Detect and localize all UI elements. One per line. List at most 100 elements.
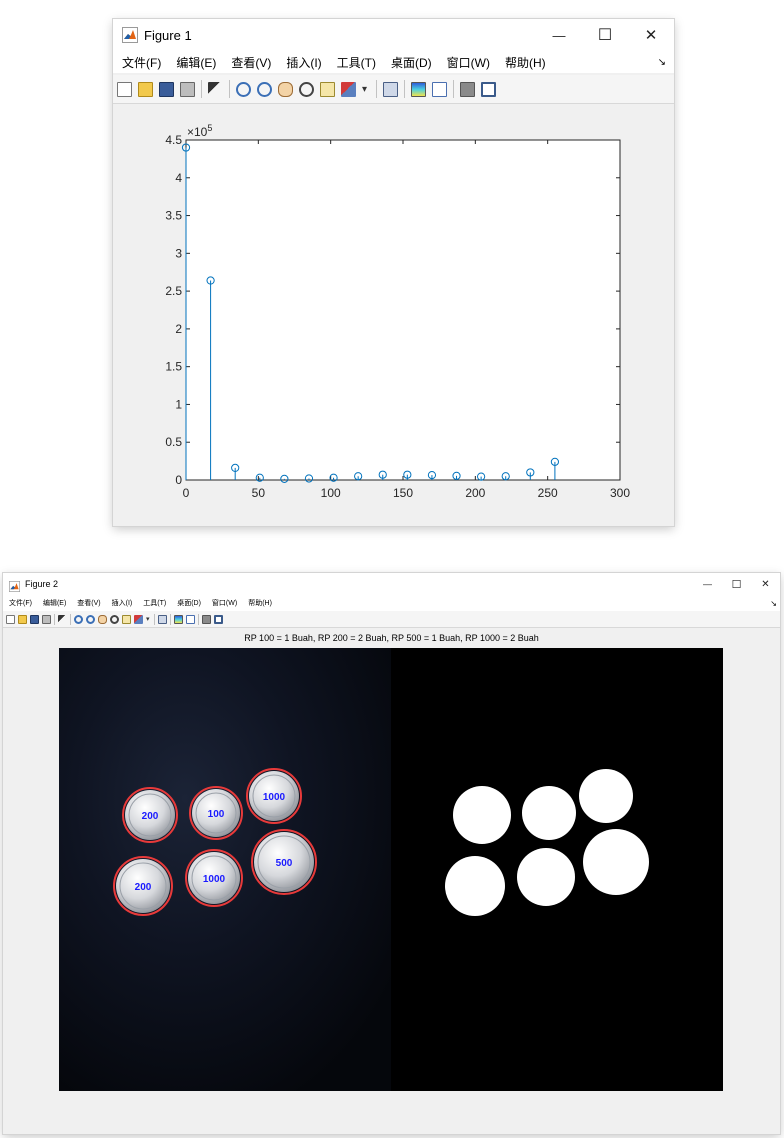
menu-desktop[interactable]: 桌面(D) — [177, 598, 201, 608]
toolbar-separator — [404, 80, 405, 98]
maximize-button[interactable]: ☐ — [582, 19, 628, 51]
menu-overflow-icon[interactable]: ↘ — [770, 599, 777, 608]
y-tick-label: 0.5 — [165, 435, 182, 449]
binary-mask-blob — [583, 829, 649, 895]
new-figure-icon[interactable] — [6, 614, 15, 624]
x-tick-label: 50 — [252, 486, 266, 500]
save-icon[interactable] — [159, 81, 174, 97]
hide-plot-tools-icon[interactable] — [202, 614, 211, 624]
y-tick-label: 2 — [175, 322, 182, 336]
coin-value-label: 100 — [208, 809, 225, 820]
menu-help[interactable]: 帮助(H) — [248, 598, 272, 608]
coin-detection-image: 200 100 1000 200 1000 500 — [59, 648, 723, 1091]
menu-desktop[interactable]: 桌面(D) — [391, 54, 432, 71]
menu-file[interactable]: 文件(F) — [122, 54, 161, 71]
toolbar-separator — [198, 613, 199, 625]
toolbar-separator — [453, 80, 454, 98]
y-tick-label: 4 — [175, 171, 182, 185]
legend-icon[interactable] — [432, 81, 447, 97]
hide-plot-tools-icon[interactable] — [460, 81, 475, 97]
link-plot-icon[interactable] — [383, 81, 398, 97]
link-plot-icon[interactable] — [158, 614, 167, 624]
y-tick-label: 2.5 — [165, 284, 182, 298]
coin-value-label: 1000 — [263, 792, 286, 803]
binary-mask-blob — [517, 848, 575, 906]
minimize-button[interactable]: — — [536, 19, 582, 51]
open-file-icon[interactable] — [18, 614, 27, 624]
select-arrow-icon[interactable] — [208, 81, 223, 97]
close-button[interactable]: ✕ — [628, 19, 674, 51]
toolbar-separator — [54, 613, 55, 625]
maximize-button[interactable]: ☐ — [722, 573, 751, 595]
menu-bar: 文件(F) 编辑(E) 查看(V) 插入(I) 工具(T) 桌面(D) 窗口(W… — [3, 595, 780, 611]
toolbar-separator — [229, 80, 230, 98]
menu-tools[interactable]: 工具(T) — [337, 54, 376, 71]
minimize-button[interactable]: — — [693, 573, 722, 595]
colorbar-icon[interactable] — [174, 614, 183, 624]
x-tick-label: 150 — [393, 486, 413, 500]
figure-1-window: Figure 1 — ☐ ✕ 文件(F) 编辑(E) 查看(V) 插入(I) 工… — [113, 19, 674, 526]
pan-hand-icon[interactable] — [278, 81, 293, 97]
open-file-icon[interactable] — [138, 81, 153, 97]
binary-mask-blob — [522, 786, 576, 840]
menu-insert[interactable]: 插入(I) — [112, 598, 133, 608]
title-bar[interactable]: Figure 2 — ☐ ✕ — [3, 573, 780, 595]
y-tick-label: 3.5 — [165, 209, 182, 223]
rotate-3d-icon[interactable] — [110, 614, 119, 624]
image-title: RP 100 = 1 Buah, RP 200 = 2 Buah, RP 500… — [244, 633, 539, 643]
menu-view[interactable]: 查看(V) — [231, 54, 271, 71]
rotate-3d-icon[interactable] — [299, 81, 314, 97]
menu-window[interactable]: 窗口(W) — [447, 54, 490, 71]
menu-help[interactable]: 帮助(H) — [505, 54, 546, 71]
menu-tools[interactable]: 工具(T) — [143, 598, 166, 608]
data-cursor-icon[interactable] — [320, 81, 335, 97]
window-title: Figure 2 — [25, 579, 59, 589]
print-icon[interactable] — [42, 614, 51, 624]
zoom-in-icon[interactable] — [236, 81, 251, 97]
show-plot-tools-icon[interactable] — [214, 614, 223, 624]
brush-icon[interactable] — [341, 81, 356, 97]
menu-insert[interactable]: 插入(I) — [286, 54, 321, 71]
close-button[interactable]: ✕ — [751, 573, 780, 595]
y-exponent-label: ×105 — [187, 123, 212, 139]
title-bar[interactable]: Figure 1 — ☐ ✕ — [113, 19, 674, 51]
y-tick-label: 3 — [175, 246, 182, 260]
coin-value-label: 200 — [135, 882, 152, 893]
x-tick-label: 200 — [465, 486, 485, 500]
colorbar-icon[interactable] — [411, 81, 426, 97]
menu-window[interactable]: 窗口(W) — [212, 598, 237, 608]
toolbar-separator — [376, 80, 377, 98]
x-tick-label: 300 — [610, 486, 630, 500]
menu-edit[interactable]: 编辑(E) — [176, 54, 216, 71]
window-title: Figure 1 — [144, 27, 192, 43]
zoom-in-icon[interactable] — [74, 614, 83, 624]
coin-value-label: 1000 — [203, 874, 226, 885]
new-figure-icon[interactable] — [117, 81, 132, 97]
binary-mask-blob — [453, 786, 511, 844]
menu-view[interactable]: 查看(V) — [77, 598, 100, 608]
toolbar-separator — [170, 613, 171, 625]
pan-hand-icon[interactable] — [98, 614, 107, 624]
show-plot-tools-icon[interactable] — [481, 81, 496, 97]
menu-edit[interactable]: 编辑(E) — [43, 598, 66, 608]
plot-area[interactable] — [185, 139, 621, 481]
save-icon[interactable] — [30, 614, 39, 624]
stem-plot: 0 50 100 150 200 250 300 0 0.5 1 1.5 2 2.5 3 3.5 4 4.5 ×1… — [165, 123, 630, 500]
zoom-out-icon[interactable] — [257, 81, 272, 97]
x-tick-label: 100 — [321, 486, 341, 500]
data-cursor-icon[interactable] — [122, 614, 131, 624]
legend-icon[interactable] — [186, 614, 195, 624]
brush-icon[interactable] — [134, 614, 143, 624]
toolbar-separator — [154, 613, 155, 625]
x-tick-label: 250 — [538, 486, 558, 500]
dropdown-arrow-icon[interactable]: ▾ — [146, 615, 151, 624]
coin-value-label: 200 — [142, 811, 159, 822]
menu-file[interactable]: 文件(F) — [9, 598, 32, 608]
print-icon[interactable] — [180, 81, 195, 97]
menu-overflow-icon[interactable]: ↘ — [658, 57, 666, 68]
select-arrow-icon[interactable] — [58, 614, 67, 624]
zoom-out-icon[interactable] — [86, 614, 95, 624]
dropdown-arrow-icon[interactable]: ▾ — [362, 82, 370, 97]
x-tick-label: 0 — [183, 486, 190, 500]
matlab-logo-icon — [122, 27, 138, 43]
